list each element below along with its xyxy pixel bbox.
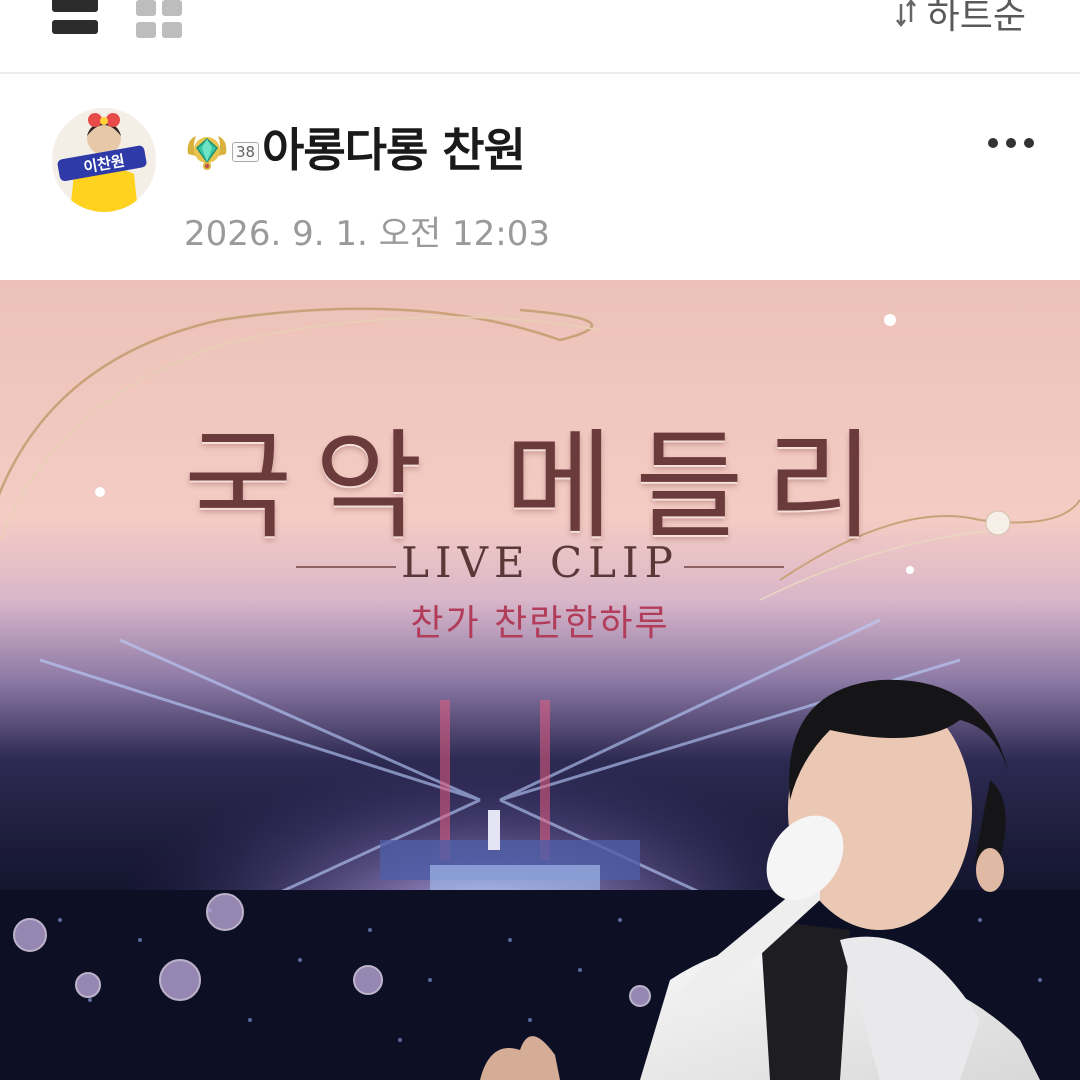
level-number: 38	[232, 142, 260, 162]
list-view-icon[interactable]	[52, 0, 100, 40]
gem-medal-icon	[187, 136, 227, 170]
sort-button[interactable]: 하트순	[895, 0, 1026, 38]
sort-label: 하트순	[926, 0, 1026, 37]
author-name[interactable]: 아롱다롱 찬원	[262, 114, 526, 180]
top-toolbar: 하트순	[0, 0, 1080, 74]
subtitle-line-right	[684, 566, 784, 568]
hero-subtitle: LIVE CLIP	[401, 538, 679, 587]
avatar[interactable]: 이찬원	[52, 108, 156, 212]
post-date: 2026. 9. 1. 오전 12:03	[184, 214, 550, 254]
post-image[interactable]: 국악 메들리 LIVE CLIP 찬가 찬란한하루	[0, 280, 1080, 1080]
grid-view-icon[interactable]	[136, 0, 184, 40]
hero-title: 국악 메들리	[183, 417, 897, 555]
hero-caption: 찬가 찬란한하루	[410, 603, 670, 644]
level-badge: 38	[184, 132, 260, 172]
more-dots-icon[interactable]	[988, 138, 1034, 148]
post-header: 이찬원 38 아롱다롱 찬원 2026. 9. 1. 오전 12:03	[0, 74, 1080, 280]
sort-arrows-icon	[895, 0, 916, 28]
